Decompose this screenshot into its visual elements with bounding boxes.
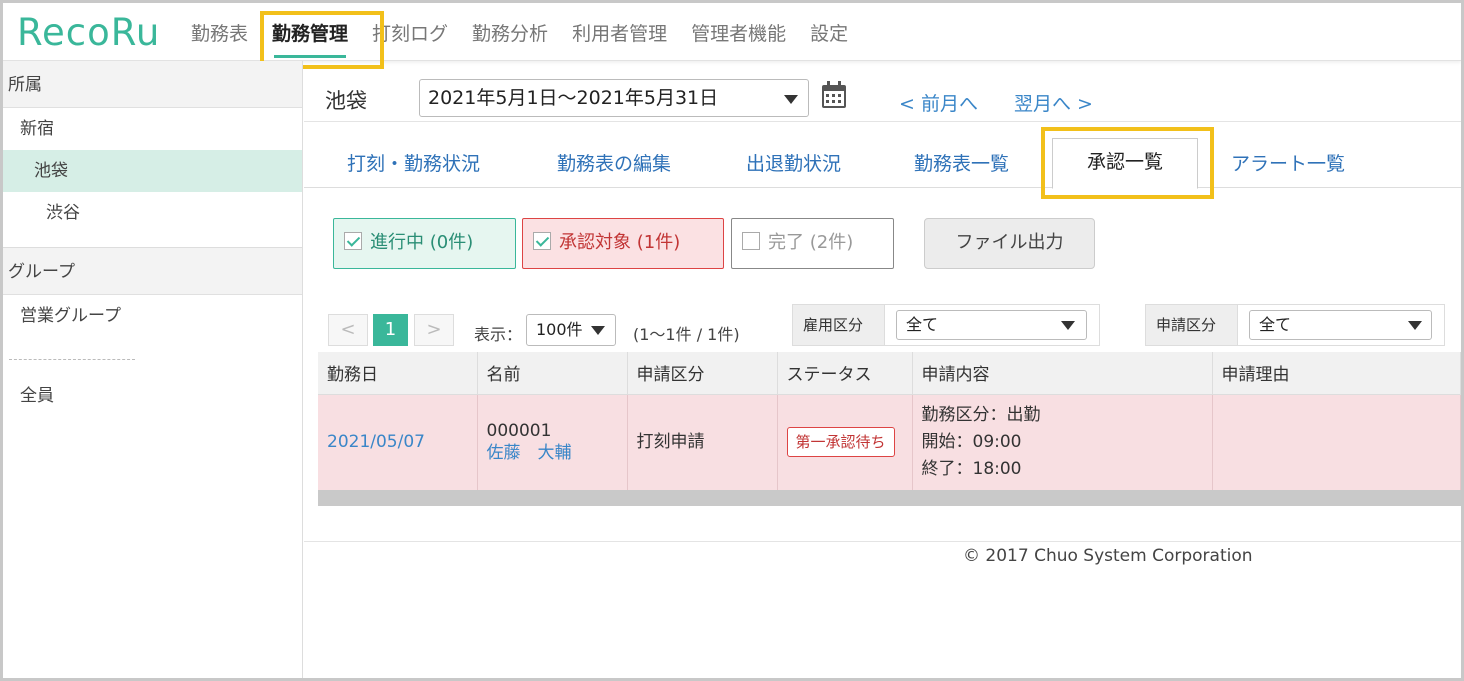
tab-attendance-status[interactable]: 出退勤状況	[746, 149, 841, 176]
sidebar-dashed-divider	[9, 359, 135, 360]
filter-in-progress-label: 進行中 (0件)	[370, 232, 474, 253]
cell-request-type: 打刻申請	[627, 394, 778, 490]
approval-table: 勤務日 名前 申請区分 ステータス 申請内容 申請理由 2021/05/07 0…	[318, 352, 1461, 490]
checkbox-checked-icon	[344, 232, 362, 250]
nav-attendance-analysis[interactable]: 勤務分析	[460, 3, 560, 61]
pager-next-button[interactable]: >	[414, 314, 454, 346]
chevron-down-icon	[591, 326, 605, 335]
file-output-button[interactable]: ファイル出力	[924, 218, 1095, 269]
prev-month-link[interactable]: < 前月へ	[899, 89, 978, 116]
sidebar-section-group: グループ	[3, 248, 302, 295]
tab-alert-list[interactable]: アラート一覧	[1231, 149, 1345, 176]
nav-user-management[interactable]: 利用者管理	[560, 3, 679, 61]
next-month-link[interactable]: 翌月へ >	[1014, 89, 1093, 116]
pager-prev-button[interactable]: <	[328, 314, 368, 346]
sidebar-item-shinjuku[interactable]: 新宿	[3, 108, 302, 150]
top-header: RecoRu 勤務表 勤務管理 打刻ログ 勤務分析 利用者管理 管理者機能 設定	[3, 3, 1461, 61]
table-header-row: 勤務日 名前 申請区分 ステータス 申請内容 申請理由	[318, 352, 1461, 395]
copyright-text: © 2017 Chuo System Corporation	[963, 546, 1253, 566]
pager-page-1[interactable]: 1	[373, 314, 408, 346]
table-row[interactable]: 2021/05/07 000001 佐藤 大輔 打刻申請 第一承認待ち 勤務区分…	[318, 394, 1461, 490]
employee-id: 000001	[486, 421, 552, 442]
date-range-value: 2021年5月1日～2021年5月31日	[428, 87, 719, 109]
chevron-down-icon	[1408, 321, 1422, 330]
employment-type-label: 雇用区分	[793, 305, 885, 345]
display-count-select[interactable]: 100件	[526, 314, 616, 346]
cell-status: 第一承認待ち	[777, 394, 913, 490]
location-title: 池袋	[325, 89, 367, 113]
horizontal-scrollbar[interactable]	[318, 490, 1461, 506]
nav-stamp-log[interactable]: 打刻ログ	[360, 3, 460, 61]
employment-type-select[interactable]: 全て	[896, 310, 1087, 340]
app-window: RecoRu 勤務表 勤務管理 打刻ログ 勤務分析 利用者管理 管理者機能 設定…	[0, 0, 1464, 681]
filter-approval-target-label: 承認対象 (1件)	[559, 232, 681, 253]
work-date-link[interactable]: 2021/05/07	[327, 432, 425, 452]
calendar-icon[interactable]	[821, 81, 847, 109]
footer-divider	[304, 541, 1461, 542]
chevron-down-icon	[1061, 321, 1075, 330]
nav-timesheet[interactable]: 勤務表	[179, 3, 260, 61]
chevron-down-icon	[784, 95, 798, 104]
filter-completed-label: 完了 (2件)	[768, 232, 854, 253]
filter-completed[interactable]: 完了 (2件)	[731, 218, 894, 269]
cell-work-date: 2021/05/07	[318, 394, 478, 490]
employment-type-value: 全て	[906, 315, 939, 334]
checkbox-unchecked-icon	[742, 232, 760, 250]
filter-in-progress[interactable]: 進行中 (0件)	[333, 218, 516, 269]
cell-request-reason	[1212, 394, 1461, 490]
request-type-select[interactable]: 全て	[1249, 310, 1432, 340]
sidebar-item-shibuya[interactable]: 渋谷	[3, 192, 302, 234]
content-line-work-type: 勤務区分：出勤	[921, 405, 1041, 426]
filter-approval-target[interactable]: 承認対象 (1件)	[522, 218, 724, 269]
sidebar: 所属 新宿 池袋 渋谷 グループ 営業グループ 全員	[3, 61, 303, 678]
sidebar-item-sales-group[interactable]: 営業グループ	[3, 295, 302, 337]
checkbox-checked-icon	[533, 232, 551, 250]
tab-stamp-status[interactable]: 打刻・勤務状況	[347, 149, 480, 176]
col-header-name[interactable]: 名前	[477, 352, 628, 395]
employment-type-filter: 雇用区分 全て	[792, 304, 1100, 346]
sidebar-section-affiliation: 所属	[3, 61, 302, 108]
display-count-value: 100件	[536, 320, 583, 339]
request-type-value: 全て	[1259, 315, 1292, 334]
logo[interactable]: RecoRu	[17, 11, 160, 54]
cell-name: 000001 佐藤 大輔	[477, 394, 628, 490]
nav-admin-functions[interactable]: 管理者機能	[679, 3, 798, 61]
tab-bar: 打刻・勤務状況 勤務表の編集 出退勤状況 勤務表一覧 承認一覧 アラート一覧	[304, 121, 1461, 189]
date-range-select[interactable]: 2021年5月1日～2021年5月31日	[419, 79, 809, 117]
col-header-request-type[interactable]: 申請区分	[627, 352, 778, 395]
col-header-request-content[interactable]: 申請内容	[912, 352, 1213, 395]
tab-timesheet-list[interactable]: 勤務表一覧	[914, 149, 1009, 176]
col-header-status[interactable]: ステータス	[777, 352, 913, 395]
sidebar-divider	[3, 234, 302, 248]
sidebar-item-ikebukuro[interactable]: 池袋	[3, 150, 302, 192]
content-line-end: 終了：18:00	[921, 459, 1022, 480]
display-count-label: 表示：	[474, 325, 523, 344]
cell-request-content: 勤務区分：出勤 開始：09:00 終了：18:00	[912, 394, 1213, 490]
request-type-label: 申請区分	[1146, 305, 1238, 345]
main-content: 池袋 2021年5月1日～2021年5月31日 < 前月へ 翌月へ > 打刻・勤…	[304, 61, 1461, 678]
nav-attendance-management[interactable]: 勤務管理	[260, 3, 360, 61]
tab-timesheet-edit[interactable]: 勤務表の編集	[557, 149, 671, 176]
tab-approval-list[interactable]: 承認一覧	[1052, 138, 1198, 189]
col-header-request-reason[interactable]: 申請理由	[1212, 352, 1461, 395]
request-type-filter: 申請区分 全て	[1145, 304, 1445, 346]
col-header-work-date[interactable]: 勤務日	[318, 352, 478, 395]
status-badge: 第一承認待ち	[786, 427, 895, 458]
record-count-text: (1～1件 / 1件)	[633, 325, 740, 344]
main-nav: 勤務表 勤務管理 打刻ログ 勤務分析 利用者管理 管理者機能 設定	[179, 3, 860, 61]
content-line-start: 開始：09:00	[921, 432, 1022, 453]
nav-settings[interactable]: 設定	[798, 3, 860, 61]
employee-name-link[interactable]: 佐藤 大輔	[487, 442, 627, 464]
sidebar-item-all[interactable]: 全員	[3, 375, 302, 417]
